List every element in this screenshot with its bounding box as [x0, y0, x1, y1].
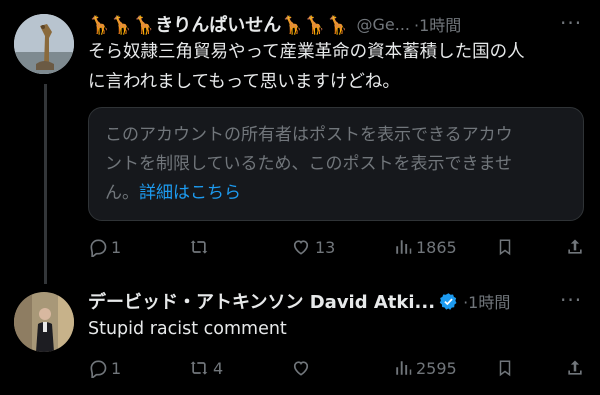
heart-icon [293, 361, 309, 376]
tweet1-text: そら奴隷三角貿易やって産業革命の資本蓄積した国の人 に言われましてもって思います… [88, 37, 588, 97]
reply-bubble-icon [90, 239, 107, 257]
bookmark-icon [499, 239, 511, 256]
learn-more-link[interactable]: 詳細はこちら [139, 183, 241, 203]
restricted-post-notice: このアカウントの所有者はポストを表示できるアカウ ントを制限しているため、このポ… [88, 107, 584, 221]
tweet1-display-name[interactable]: 🦒🦒🦒きりんぱいせん🦒🦒🦒 [88, 11, 348, 37]
tweet2-header: デービッド・アトキンソン David Atki... ·1時間 [88, 288, 510, 314]
notice-line3-prefix: ん。 [105, 183, 139, 203]
notice-line2: ントを制限しているため、このポストを表示できませ [105, 154, 512, 174]
tweet2-share-button[interactable] [565, 358, 585, 378]
more-horizontal-icon[interactable]: ··· [560, 288, 582, 312]
bar-chart-icon [396, 361, 412, 375]
avatar-tweet1[interactable] [14, 14, 74, 74]
heart-icon [293, 240, 309, 255]
tweet1-views-button[interactable]: 1865 [394, 237, 457, 257]
giraffe-avatar-image [14, 14, 74, 74]
thread-connector-line [44, 84, 47, 284]
person-avatar-image [14, 292, 74, 352]
tweet1-like-button[interactable]: 13 [291, 237, 335, 257]
tweet1-repost-button[interactable] [188, 237, 213, 257]
avatar-tweet2[interactable] [14, 292, 74, 352]
tweet2-timestamp[interactable]: ·1時間 [463, 289, 510, 313]
tweet1-text-line2: に言われましてもって思いますけどね。 [88, 72, 400, 92]
tweet2-view-count: 2595 [416, 358, 457, 378]
bookmark-icon [499, 360, 511, 377]
tweet2-text: Stupid racist comment [88, 319, 287, 339]
tweet1-reply-count: 1 [111, 237, 122, 257]
tweet2-views-button[interactable]: 2595 [394, 358, 457, 378]
notice-line3: ん。詳細はこちら [105, 179, 567, 208]
verified-badge-icon [439, 292, 457, 310]
repost-arrows-icon [190, 361, 208, 375]
tweet1-bookmark-button[interactable] [496, 237, 514, 257]
tweet2-reply-count: 1 [111, 358, 122, 378]
notice-line1: このアカウントの所有者はポストを表示できるアカウ [105, 125, 513, 145]
tweet2-display-name[interactable]: デービッド・アトキンソン David Atki... [88, 288, 435, 314]
repost-arrows-icon [190, 240, 208, 254]
tweet1-handle[interactable]: @Ge... [356, 15, 410, 34]
tweet1-like-count: 13 [315, 237, 336, 257]
tweet2-like-button[interactable] [291, 358, 315, 378]
tweet1-text-line1: そら奴隷三角貿易やって産業革命の資本蓄積した国の人 [88, 42, 525, 62]
tweet1-header: 🦒🦒🦒きりんぱいせん🦒🦒🦒 @Ge... ·1時間 [88, 11, 461, 37]
tweet2-reply-button[interactable]: 1 [88, 358, 121, 378]
share-icon [568, 239, 582, 254]
tweet1-share-button[interactable] [565, 237, 585, 257]
tweet1-actions: 1 13 1865 [88, 236, 588, 258]
bar-chart-icon [396, 240, 412, 254]
reply-bubble-icon [90, 360, 107, 378]
more-horizontal-icon[interactable]: ··· [560, 11, 582, 35]
tweet2-actions: 1 4 2595 [88, 357, 588, 379]
tweet2-repost-button[interactable]: 4 [188, 358, 223, 378]
tweet1-timestamp[interactable]: ·1時間 [414, 12, 461, 36]
tweet1-view-count: 1865 [416, 237, 457, 257]
share-icon [568, 360, 582, 375]
tweet1-reply-button[interactable]: 1 [88, 237, 121, 257]
tweet2-bookmark-button[interactable] [496, 358, 514, 378]
tweet2-repost-count: 4 [213, 358, 224, 378]
